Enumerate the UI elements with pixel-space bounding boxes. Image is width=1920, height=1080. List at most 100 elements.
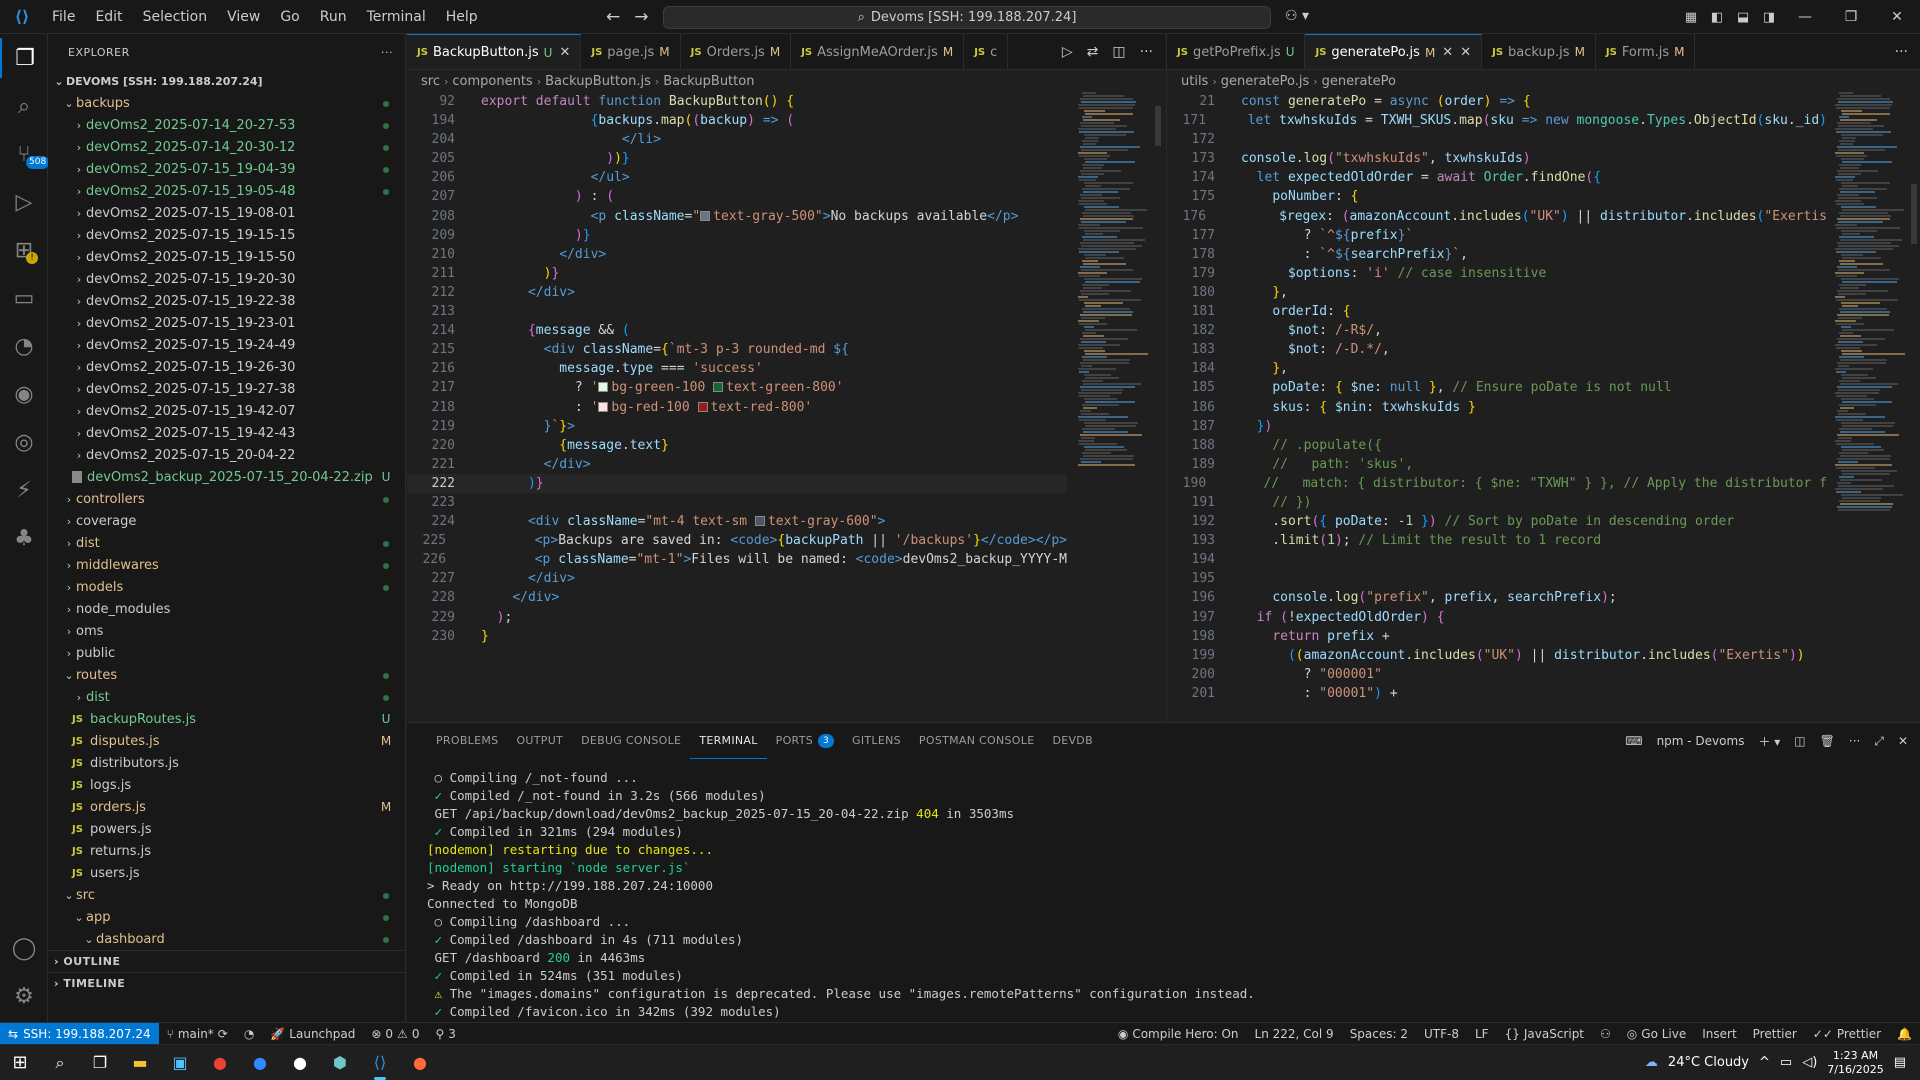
editor-tab[interactable]: JS Orders.js M	[681, 34, 792, 69]
more-actions-icon[interactable]: ···	[381, 46, 393, 59]
folder-item[interactable]: › devOms2_2025-07-15_19-15-15	[48, 224, 405, 246]
command-center[interactable]: ⌕ Devoms [SSH: 199.188.207.24]	[663, 6, 1271, 29]
arrow-left-icon[interactable]: ←	[606, 7, 620, 27]
new-terminal-icon[interactable]: ＋ ▾	[1758, 733, 1780, 750]
close-icon[interactable]: ✕	[1460, 45, 1471, 60]
language-mode[interactable]: {} JavaScript	[1497, 1027, 1592, 1041]
folder-item[interactable]: › middlewares	[48, 554, 405, 576]
folder-item[interactable]: › devOms2_2025-07-15_19-27-38	[48, 378, 405, 400]
folder-item[interactable]: › devOms2_2025-07-15_19-42-43	[48, 422, 405, 444]
editor-tab[interactable]: JS generatePo.js M ✕ ✕	[1305, 34, 1483, 69]
menu-go[interactable]: Go	[270, 0, 309, 34]
weather-icon[interactable]: ☁	[1645, 1055, 1658, 1070]
minimize-icon[interactable]: —	[1782, 9, 1828, 25]
code-editor-left[interactable]: 92 export default function BackupButton()…	[407, 92, 1067, 722]
file-item[interactable]: JS backupRoutes.js U	[48, 708, 405, 730]
kill-terminal-icon[interactable]: 🗑	[1820, 734, 1835, 748]
insert-mode[interactable]: Insert	[1694, 1027, 1744, 1041]
folder-item[interactable]: › devOms2_2025-07-15_19-24-49	[48, 334, 405, 356]
copilot-status-icon[interactable]: ⚇	[1592, 1027, 1619, 1041]
panel-tab-ports[interactable]: PORTS 3	[767, 723, 843, 759]
gitlens-icon[interactable]: ◔	[0, 326, 48, 366]
menu-selection[interactable]: Selection	[133, 0, 218, 34]
panel-tab-output[interactable]: OUTPUT	[507, 723, 572, 759]
compare-icon[interactable]: ⇄	[1087, 44, 1099, 60]
breadcrumb-item[interactable]: BackupButton	[663, 74, 754, 89]
layout-customize-icon[interactable]: ▦	[1678, 10, 1704, 25]
chrome-icon[interactable]: ●	[200, 1045, 240, 1080]
folder-item[interactable]: › coverage	[48, 510, 405, 532]
notifications-icon[interactable]: 🔔	[1889, 1027, 1920, 1041]
file-item[interactable]: JS returns.js	[48, 840, 405, 862]
editor-tab[interactable]: JS BackupButton.js U ✕	[407, 34, 582, 69]
prettier-status[interactable]: Prettier	[1745, 1027, 1805, 1041]
file-item[interactable]: JS orders.js M	[48, 796, 405, 818]
timeline-section[interactable]: › TIMELINE	[48, 972, 405, 994]
editor-tab[interactable]: JS backup.js M	[1482, 34, 1596, 69]
folder-item[interactable]: › devOms2_2025-07-15_20-04-22	[48, 444, 405, 466]
folder-item[interactable]: ⌄ dashboard	[48, 928, 405, 950]
account-icon[interactable]: ◯	[0, 928, 48, 968]
scrollbar-right[interactable]	[1911, 184, 1917, 244]
docker-icon[interactable]: ◎	[0, 422, 48, 462]
breadcrumb-item[interactable]: generatePo.js	[1221, 74, 1310, 89]
editor-tab[interactable]: JS c	[964, 34, 1009, 69]
menu-help[interactable]: Help	[436, 0, 488, 34]
file-item[interactable]: devOms2_backup_2025-07-15_20-04-22.zip U	[48, 466, 405, 488]
folder-item[interactable]: › devOms2_2025-07-15_19-08-01	[48, 202, 405, 224]
outline-section[interactable]: › OUTLINE	[48, 950, 405, 972]
postman-icon[interactable]: ◉	[0, 374, 48, 414]
folder-item[interactable]: › dist	[48, 686, 405, 708]
settings-gear-icon[interactable]: ⚙	[0, 976, 48, 1016]
panel-tab-devdb[interactable]: DEVDB	[1043, 723, 1101, 759]
folder-item[interactable]: › devOms2_2025-07-15_19-04-39	[48, 158, 405, 180]
windows-start-icon[interactable]: ⊞	[0, 1045, 40, 1080]
python-icon[interactable]: ♣	[0, 518, 48, 558]
folder-item[interactable]: ⌄ src	[48, 884, 405, 906]
store-icon[interactable]: ▣	[160, 1045, 200, 1080]
more-actions-icon[interactable]: ···	[1849, 734, 1860, 748]
more-actions-icon[interactable]: ···	[1140, 44, 1153, 60]
launchpad[interactable]: 🚀 Launchpad	[262, 1027, 363, 1041]
zoom-icon[interactable]: ●	[240, 1045, 280, 1080]
file-item[interactable]: JS distributors.js	[48, 752, 405, 774]
split-editor-icon[interactable]: ◫	[1112, 44, 1125, 60]
task-view-icon[interactable]: ❐	[80, 1045, 120, 1080]
panel-tab-debug-console[interactable]: DEBUG CONSOLE	[572, 723, 690, 759]
clock[interactable]: 1:23 AM 7/16/2025	[1827, 1049, 1883, 1077]
extensions-icon[interactable]: ⊞!	[0, 230, 48, 270]
run-debug-icon[interactable]: ▷	[0, 182, 48, 222]
toggle-primary-sidebar-icon[interactable]: ◧	[1704, 10, 1730, 25]
folder-item[interactable]: ⌄ routes	[48, 664, 405, 686]
folder-item[interactable]: ⌄ app	[48, 906, 405, 928]
end-of-line[interactable]: LF	[1467, 1027, 1497, 1041]
editor-tab[interactable]: JS AssignMeAOrder.js M	[791, 34, 965, 69]
network-icon[interactable]: ▭	[1780, 1055, 1792, 1070]
maximize-panel-icon[interactable]: ⤢	[1874, 734, 1884, 749]
remote-indicator[interactable]: ⇆ SSH: 199.188.207.24	[0, 1022, 159, 1045]
folder-item[interactable]: › devOms2_2025-07-15_19-26-30	[48, 356, 405, 378]
run-icon[interactable]: ▷	[1062, 44, 1073, 60]
menu-file[interactable]: File	[42, 0, 85, 34]
breadcrumb-item[interactable]: src	[421, 74, 440, 89]
file-item[interactable]: JS powers.js	[48, 818, 405, 840]
close-icon[interactable]: ✕	[1874, 9, 1920, 25]
editor-tab[interactable]: JS page.js M	[581, 34, 681, 69]
restore-icon[interactable]: ❐	[1828, 9, 1874, 25]
editor-tab[interactable]: JS Form.js M	[1596, 34, 1696, 69]
toggle-panel-icon[interactable]: ⬓	[1730, 10, 1756, 25]
notification-center-icon[interactable]: ▤	[1894, 1055, 1906, 1070]
source-control-icon[interactable]: ⑂ 508	[0, 134, 50, 174]
minimap-left[interactable]	[1074, 92, 1154, 722]
folder-item[interactable]: › devOms2_2025-07-14_20-27-53	[48, 114, 405, 136]
folder-item[interactable]: › models	[48, 576, 405, 598]
folder-item[interactable]: › dist	[48, 532, 405, 554]
folder-item[interactable]: › public	[48, 642, 405, 664]
breadcrumb-item[interactable]: BackupButton.js	[545, 74, 651, 89]
breadcrumb-item[interactable]: utils	[1181, 74, 1208, 89]
menu-edit[interactable]: Edit	[85, 0, 132, 34]
file-item[interactable]: JS users.js	[48, 862, 405, 884]
go-live[interactable]: ◎ Go Live	[1619, 1027, 1694, 1041]
search-icon[interactable]: ⌕	[0, 86, 48, 126]
folder-item[interactable]: › oms	[48, 620, 405, 642]
